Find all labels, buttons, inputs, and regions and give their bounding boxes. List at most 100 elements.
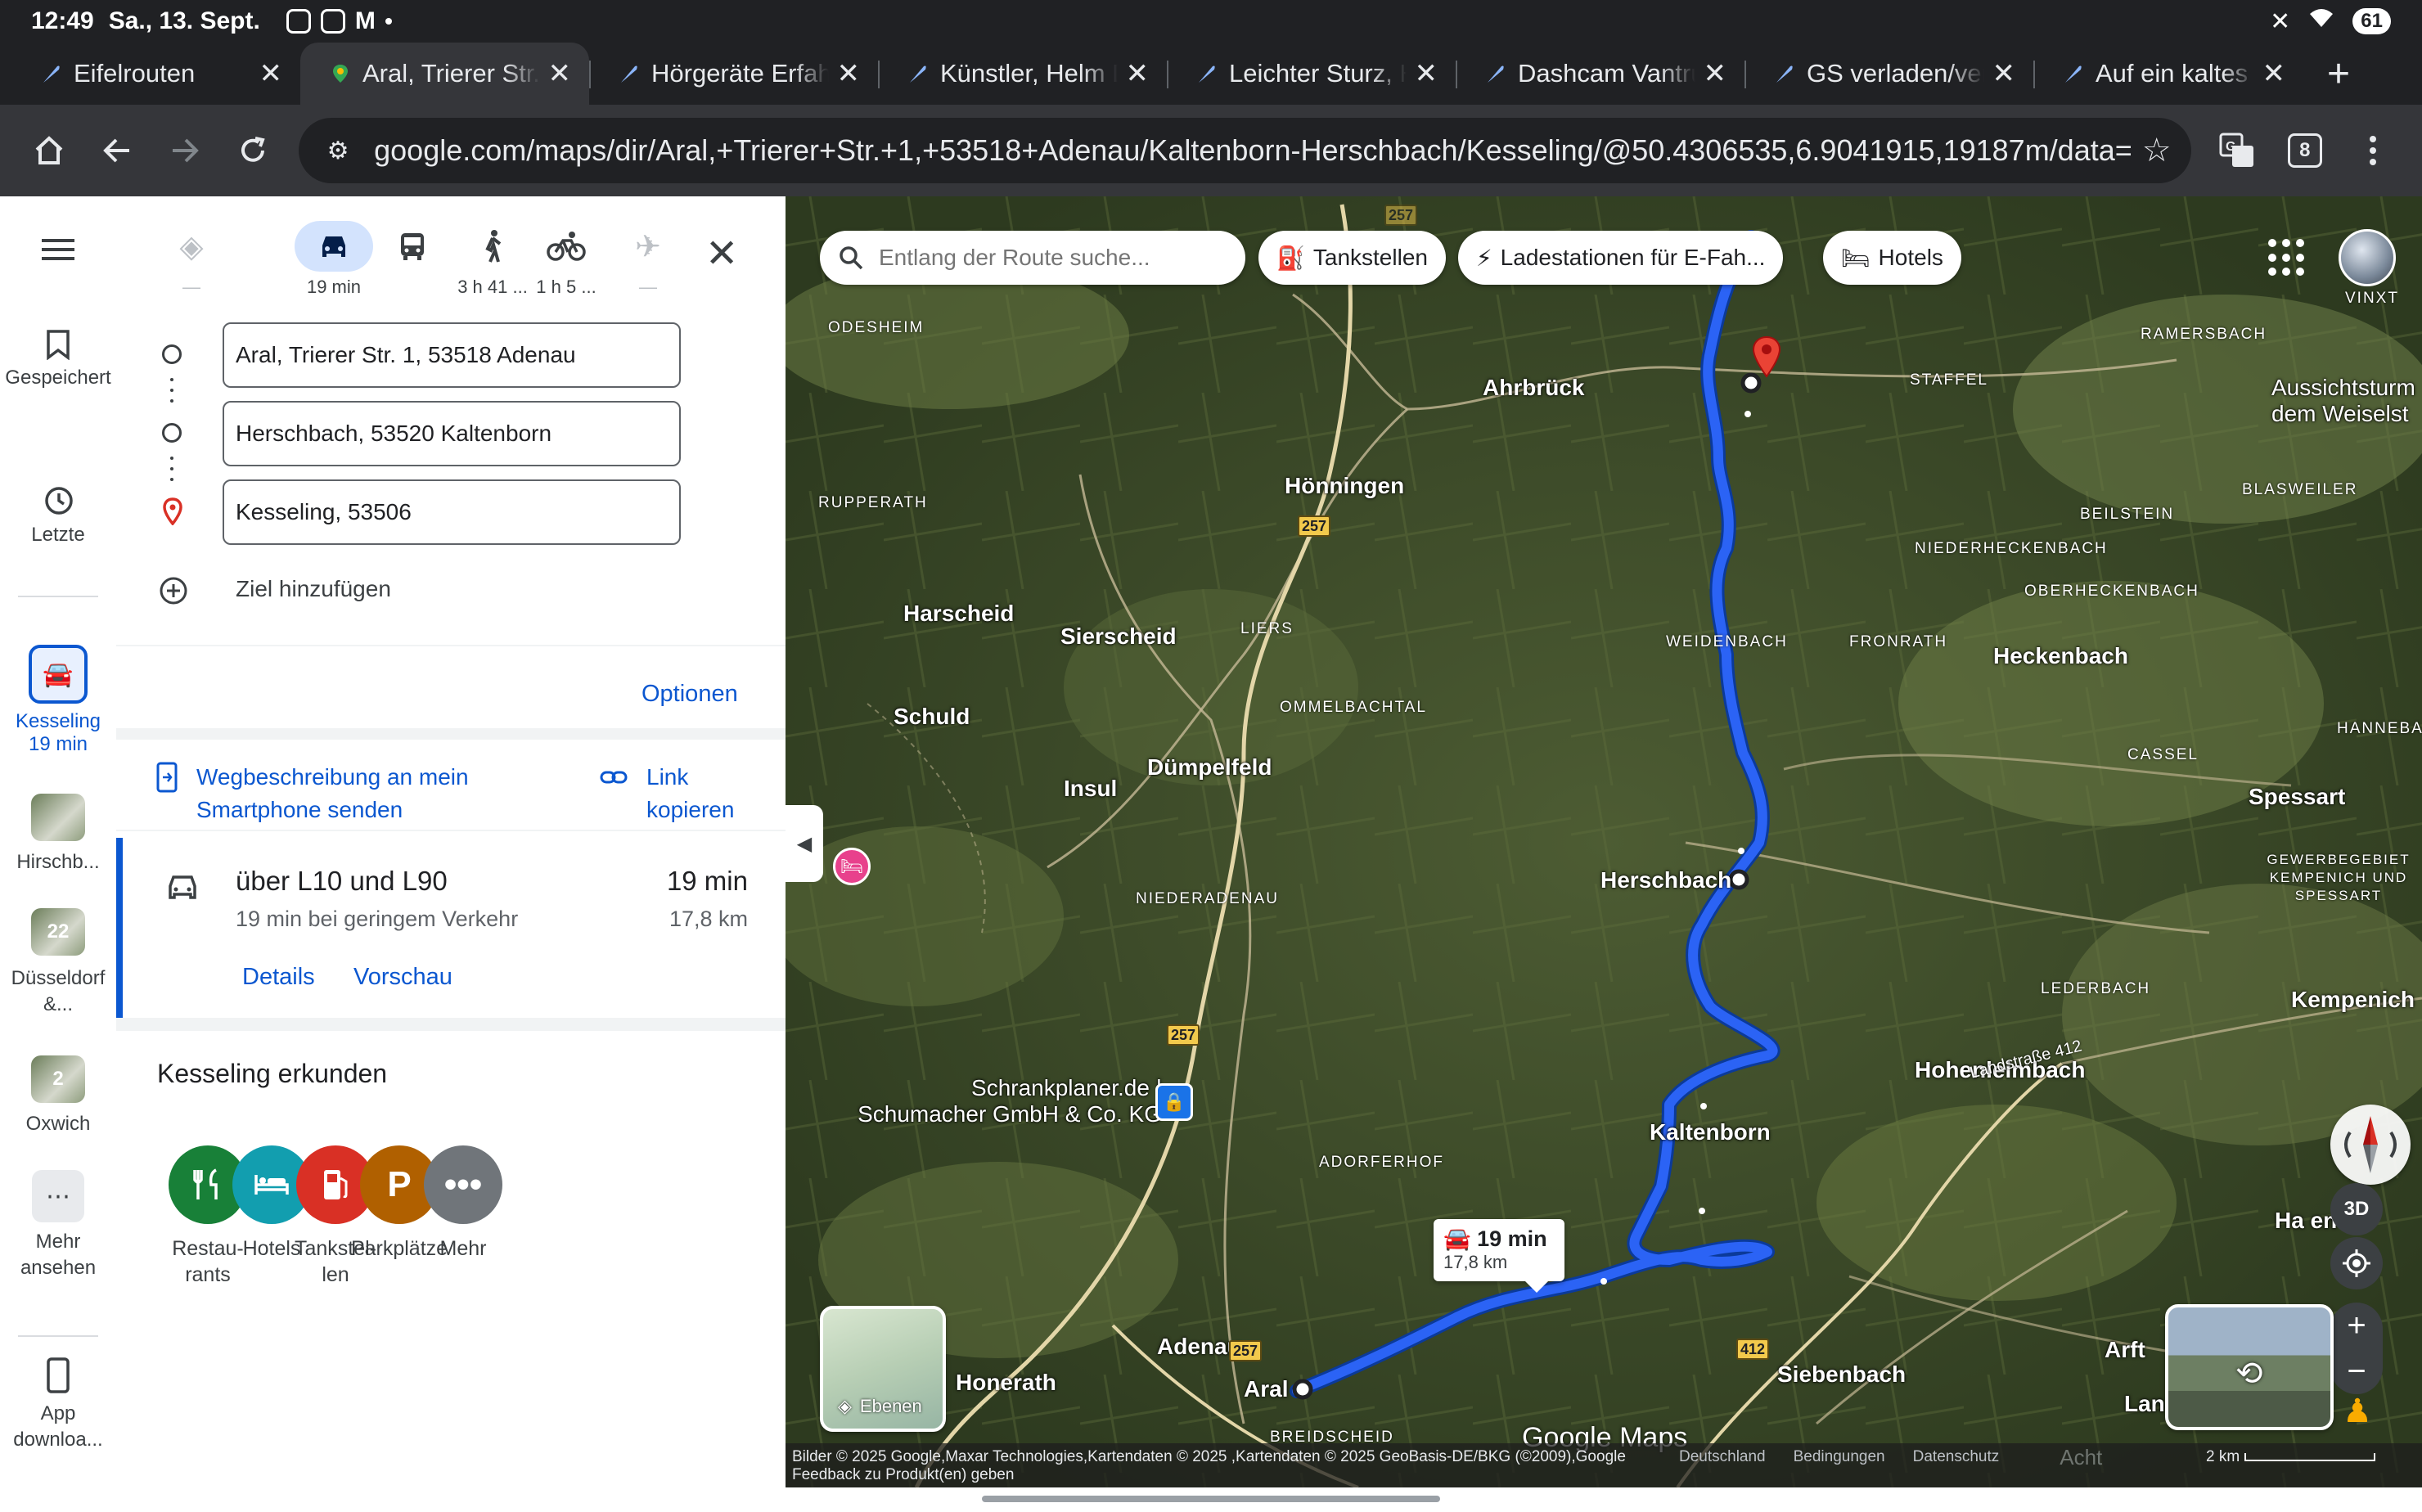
place-label[interactable]: Harscheid xyxy=(903,601,1014,627)
route-search-input[interactable] xyxy=(879,245,1222,271)
place-label[interactable]: Arft xyxy=(2105,1337,2145,1363)
mode-flight[interactable]: ✈ — xyxy=(609,221,687,298)
route-search-box[interactable] xyxy=(820,231,1245,285)
preview-button[interactable]: Vorschau xyxy=(353,964,452,991)
place-label[interactable]: Hönningen xyxy=(1285,473,1404,499)
place-label[interactable]: Ha en xyxy=(2275,1208,2337,1234)
chip-fuel[interactable]: ⛽ Tankstellen xyxy=(1258,231,1446,285)
close-icon[interactable]: ✕ xyxy=(1126,57,1150,90)
tab-leichter-sturz[interactable]: Leichter Sturz, H ✕ xyxy=(1167,43,1456,105)
destination-pin-icon[interactable] xyxy=(1751,335,1782,378)
place-label[interactable]: Dümpelfeld xyxy=(1147,754,1272,781)
route-option-card[interactable]: über L10 und L90 19 min bei geringem Ver… xyxy=(116,838,786,1019)
rail-item-kesseling[interactable]: 🚘 Kesseling 19 min xyxy=(0,645,116,756)
category-more[interactable]: ••• Mehr xyxy=(414,1145,512,1262)
zoom-out-button[interactable]: − xyxy=(2330,1348,2383,1394)
mode-walk[interactable]: 3 h 41 ... xyxy=(453,221,532,298)
scale-bar[interactable]: 2 km xyxy=(2206,1448,2376,1466)
url-text[interactable]: google.com/maps/dir/Aral,+Trierer+Str.+1… xyxy=(374,133,2132,168)
my-location-button[interactable] xyxy=(2330,1237,2383,1289)
place-label[interactable]: Sierscheid xyxy=(1060,623,1177,650)
add-destination-row[interactable]: Ziel hinzufügen xyxy=(116,558,786,623)
via-input[interactable] xyxy=(223,401,681,466)
tab-dashcam[interactable]: Dashcam Vantru ✕ xyxy=(1456,43,1744,105)
address-bar[interactable]: ⚙ google.com/maps/dir/Aral,+Trierer+Str.… xyxy=(299,118,2191,183)
google-apps-icon[interactable] xyxy=(2268,239,2306,277)
poi-label[interactable]: Schrankplaner.de | Schumacher GmbH & Co.… xyxy=(851,1075,1162,1127)
account-avatar[interactable] xyxy=(2339,229,2396,286)
route-duration-badge[interactable]: 🚘 19 min 17,8 km xyxy=(1434,1219,1564,1293)
close-icon[interactable]: ✕ xyxy=(1415,57,1438,90)
copy-link-button[interactable]: Link kopieren xyxy=(599,761,745,826)
zoom-in-button[interactable]: + xyxy=(2330,1303,2383,1348)
options-button[interactable]: Optionen xyxy=(642,681,738,708)
street-view-thumbnail[interactable]: ⟲ xyxy=(2165,1304,2334,1430)
place-label[interactable]: Heckenbach xyxy=(1993,643,2128,669)
hotel-poi-icon[interactable]: 🛏 xyxy=(833,848,871,885)
rail-item-duesseldorf[interactable]: 22 Düsseldorf &... xyxy=(0,908,116,1018)
back-button[interactable] xyxy=(86,113,149,188)
feedback-link[interactable]: Feedback zu Produkt(en) geben xyxy=(792,1466,2415,1484)
place-label[interactable]: Honerath xyxy=(956,1370,1056,1396)
place-label[interactable]: Kaltenborn xyxy=(1650,1119,1771,1145)
rail-item-hirschberg[interactable]: Hirschb... xyxy=(0,794,116,874)
close-icon[interactable]: ✕ xyxy=(2262,57,2286,90)
tab-hoergeraete[interactable]: Hörgeräte Erfah ✕ xyxy=(589,43,878,105)
rail-app-download[interactable]: App downloa... xyxy=(0,1357,116,1453)
tab-aral-maps[interactable]: Aral, Trierer Str. ✕ xyxy=(300,43,589,105)
start-input[interactable] xyxy=(223,322,681,388)
map-canvas[interactable]: Ahrbrück Hönningen Harscheid Sierscheid … xyxy=(786,196,2422,1487)
new-tab-button[interactable]: + xyxy=(2310,43,2367,105)
details-button[interactable]: Details xyxy=(242,964,315,991)
pegman-icon[interactable]: ♟ xyxy=(2340,1393,2375,1435)
toggle-3d-button[interactable]: 3D xyxy=(2330,1183,2383,1235)
tab-switcher-button[interactable]: 8 xyxy=(2273,113,2336,188)
forward-button[interactable] xyxy=(154,113,217,188)
layers-button[interactable]: ◈ Ebenen xyxy=(820,1306,946,1432)
mode-bike[interactable]: 1 h 5 ... xyxy=(527,221,606,298)
close-icon[interactable]: ✕ xyxy=(837,57,861,90)
site-settings-icon[interactable]: ⚙ xyxy=(318,131,358,170)
destination-input[interactable] xyxy=(223,479,681,545)
chip-ev-charging[interactable]: ⚡ Ladestationen für E-Fah... xyxy=(1458,231,1784,285)
place-label[interactable]: Spessart xyxy=(2249,784,2345,810)
place-label[interactable]: Aral xyxy=(1244,1376,1288,1402)
rail-more[interactable]: ⋯ Mehr ansehen xyxy=(0,1170,116,1281)
mode-best[interactable]: ◈ — xyxy=(152,221,231,298)
place-label[interactable]: Insul xyxy=(1064,776,1117,802)
translate-button[interactable]: G xyxy=(2206,113,2269,188)
close-icon[interactable]: ✕ xyxy=(259,57,283,90)
rail-saved[interactable]: Gespeichert xyxy=(0,329,116,389)
shop-poi-icon[interactable]: 🔒 xyxy=(1155,1083,1193,1121)
mode-transit[interactable] xyxy=(373,221,452,277)
mode-car[interactable]: 19 min xyxy=(295,221,373,298)
bookmark-star-icon[interactable]: ☆ xyxy=(2142,132,2172,169)
region-link[interactable]: Deutschland xyxy=(1679,1448,1766,1466)
rail-item-oxwich[interactable]: 2 Oxwich xyxy=(0,1055,116,1136)
close-icon[interactable]: ✕ xyxy=(1704,57,1727,90)
place-label[interactable]: Herschbach xyxy=(1600,867,1731,893)
home-button[interactable] xyxy=(18,113,81,188)
rail-recent[interactable]: Letzte xyxy=(0,484,116,547)
tab-kuenstler[interactable]: Künstler, Helm D ✕ xyxy=(878,43,1167,105)
place-label[interactable]: Kempenich xyxy=(2291,987,2415,1013)
close-icon[interactable]: ✕ xyxy=(548,57,572,90)
tab-kaltes-bier[interactable]: Auf ein kaltes Bi ✕ xyxy=(2033,43,2303,105)
place-label[interactable]: Schuld xyxy=(894,704,970,730)
menu-button[interactable] xyxy=(2341,113,2404,188)
menu-button[interactable] xyxy=(0,237,116,268)
tab-eifelrouten[interactable]: Eifelrouten ✕ xyxy=(11,43,300,105)
compass-button[interactable] xyxy=(2330,1105,2411,1185)
reload-button[interactable] xyxy=(221,113,284,188)
collapse-panel-button[interactable]: ◀ xyxy=(786,805,823,882)
place-label[interactable]: Siebenbach xyxy=(1777,1361,1906,1388)
close-icon[interactable]: ✕ xyxy=(1992,57,2016,90)
terms-link[interactable]: Bedingungen xyxy=(1794,1448,1885,1466)
place-label[interactable]: Ahrbrück xyxy=(1483,375,1584,401)
tab-gs-verladen[interactable]: GS verladen/ver ✕ xyxy=(1744,43,2033,105)
gesture-pill[interactable] xyxy=(982,1496,1440,1502)
chip-hotels[interactable]: 🛏 Hotels xyxy=(1823,231,1961,285)
place-label[interactable]: Lan xyxy=(2124,1391,2165,1417)
place-label[interactable]: Aussichtsturm dem Weiselst xyxy=(2271,375,2422,427)
send-to-phone-button[interactable]: Wegbeschreibung an mein Smartphone sende… xyxy=(155,761,515,826)
